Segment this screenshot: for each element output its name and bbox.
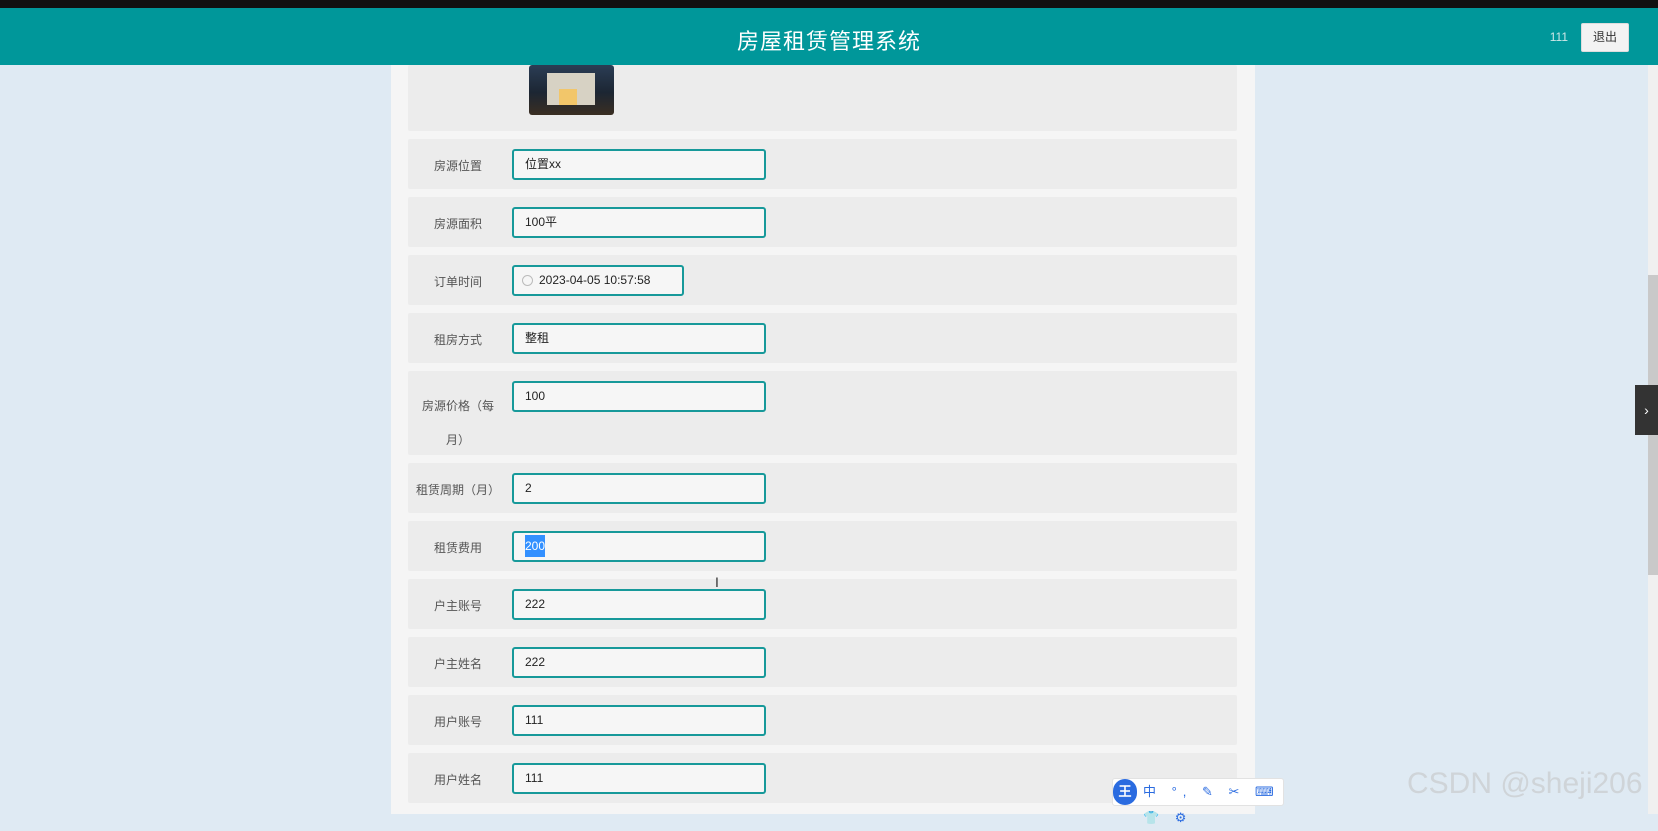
field-label: 房源位置 bbox=[433, 159, 482, 173]
field-label: 租房方式 bbox=[433, 333, 482, 347]
app-header: 房屋租赁管理系统 111 退出 bbox=[0, 8, 1658, 65]
field-label: 户主姓名 bbox=[433, 657, 482, 671]
text-cursor-icon: I bbox=[715, 574, 719, 590]
field-label: 用户姓名 bbox=[433, 773, 482, 787]
window-light bbox=[559, 89, 577, 105]
house-thumbnail-image[interactable] bbox=[529, 65, 614, 115]
app-title: 房屋租赁管理系统 bbox=[736, 29, 921, 54]
field-label: 户主账号 bbox=[433, 599, 482, 613]
location-input[interactable]: 位置xx bbox=[512, 149, 766, 180]
field-label: 订单时间 bbox=[433, 275, 482, 289]
field-label: 房源面积 bbox=[433, 217, 482, 231]
user-name-input[interactable]: 111 bbox=[512, 763, 766, 794]
rent-period-input[interactable]: 2 bbox=[512, 473, 766, 504]
monthly-price-input[interactable]: 100 bbox=[512, 381, 766, 412]
form-row: 订单时间 2023-04-05 10:57:58 bbox=[408, 255, 1237, 305]
form-row: 租赁费用 200 bbox=[408, 521, 1237, 571]
form-row: 房源价格（每月） 100 bbox=[408, 371, 1237, 455]
order-time-picker[interactable]: 2023-04-05 10:57:58 bbox=[512, 265, 684, 296]
form-row: 户主姓名 222 bbox=[408, 637, 1237, 687]
user-account-input[interactable]: 111 bbox=[512, 705, 766, 736]
logout-button[interactable]: 退出 bbox=[1581, 23, 1629, 52]
owner-account-input[interactable]: 222 bbox=[512, 589, 766, 620]
field-label: 用户账号 bbox=[433, 715, 482, 729]
field-label: 房源价格（每月） bbox=[421, 399, 494, 447]
ime-toolbar[interactable]: 王 中 °, ✎ ✂ ⌨ 👕 ⚙ bbox=[1112, 778, 1284, 825]
rent-type-input[interactable]: 整租 bbox=[512, 323, 766, 354]
form-row: 租房方式 整租 bbox=[408, 313, 1237, 363]
current-user: 111 bbox=[1549, 30, 1568, 44]
ime-logo-icon: 王 bbox=[1113, 779, 1137, 805]
clock-icon bbox=[522, 275, 533, 286]
form-row: 房源面积 100平 bbox=[408, 197, 1237, 247]
watermark: CSDN @sheji206 bbox=[1407, 767, 1643, 800]
rent-fee-input[interactable]: 200 bbox=[512, 531, 766, 562]
form-row: 用户账号 111 bbox=[408, 695, 1237, 745]
form-row: 房源位置 位置xx bbox=[408, 139, 1237, 189]
field-label: 租赁周期（月） bbox=[415, 483, 500, 497]
form-panel: 房源位置 位置xx 房源面积 100平 订单时间 2023-04-05 10:5… bbox=[391, 65, 1255, 814]
sidebar-toggle-chevron-icon[interactable]: › bbox=[1635, 385, 1658, 435]
area-input[interactable]: 100平 bbox=[512, 207, 766, 238]
order-time-value: 2023-04-05 10:57:58 bbox=[539, 273, 651, 287]
ime-tools[interactable]: 中 °, ✎ ✂ ⌨ 👕 ⚙ bbox=[1143, 779, 1283, 831]
selected-text: 200 bbox=[525, 535, 546, 557]
owner-name-input[interactable]: 222 bbox=[512, 647, 766, 678]
field-label: 租赁费用 bbox=[433, 541, 482, 555]
form-row: 户主账号 222 bbox=[408, 579, 1237, 629]
window-top-bar bbox=[0, 0, 1658, 8]
form-row: 租赁周期（月） 2 bbox=[408, 463, 1237, 513]
image-row bbox=[408, 65, 1237, 131]
